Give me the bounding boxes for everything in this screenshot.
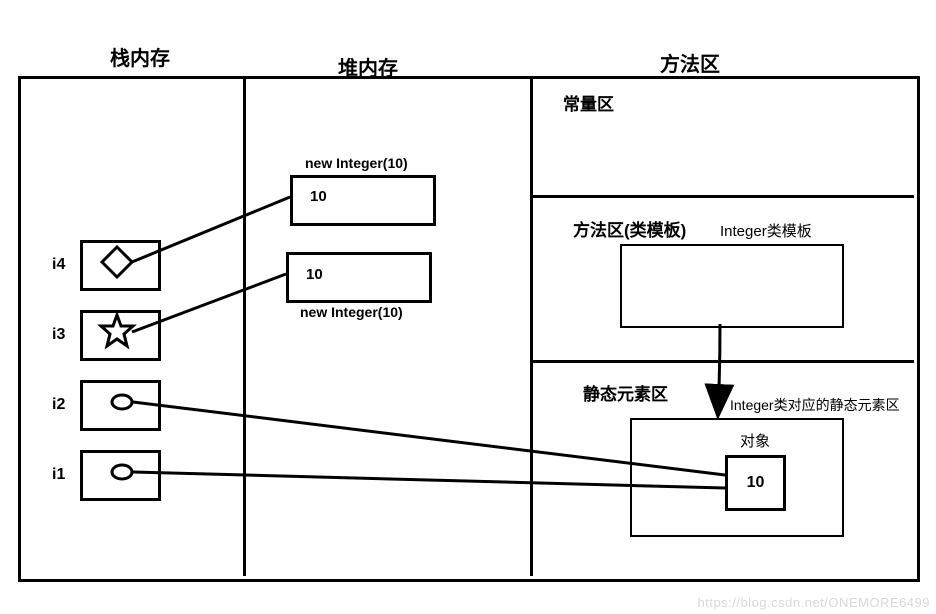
- class-template-text: Integer类模板: [720, 220, 812, 241]
- method-area-header: 方法区: [660, 48, 720, 77]
- object-label: 对象: [740, 430, 770, 451]
- watermark: https://blog.csdn.net/ONEMORE6499: [697, 595, 930, 610]
- i2-box: [80, 380, 161, 431]
- i4-box: [80, 240, 161, 291]
- i3-box: [80, 310, 161, 361]
- divider-heap-method: [530, 76, 533, 576]
- divider-stack-heap: [243, 76, 246, 576]
- class-template-box: [620, 244, 844, 328]
- i1-box: [80, 450, 161, 501]
- i3-label: i3: [52, 326, 65, 344]
- object-value-box: 10: [725, 455, 786, 511]
- static-area-label: 静态元素区: [583, 380, 668, 405]
- class-template-area-label: 方法区(类模板): [573, 216, 686, 241]
- divider-template-bottom: [533, 360, 914, 363]
- stack-header: 栈内存: [110, 42, 170, 71]
- i1-label: i1: [52, 466, 65, 484]
- constant-pool-label: 常量区: [563, 90, 614, 115]
- heap-box2-value: 10: [306, 266, 323, 283]
- static-box-label: Integer类对应的静态元素区: [730, 395, 900, 415]
- heap-box1-value: 10: [310, 188, 327, 205]
- heap-box2-label: new Integer(10): [300, 304, 403, 320]
- i2-label: i2: [52, 396, 65, 414]
- divider-constant-bottom: [533, 195, 914, 198]
- heap-box1-label: new Integer(10): [305, 155, 408, 171]
- i4-label: i4: [52, 256, 65, 274]
